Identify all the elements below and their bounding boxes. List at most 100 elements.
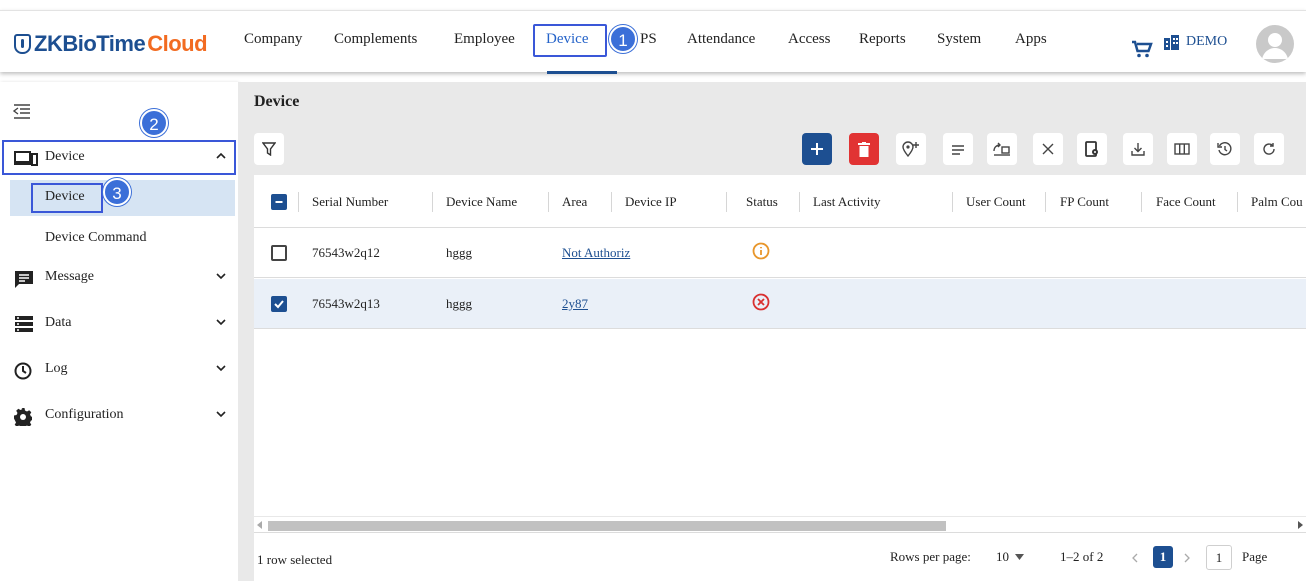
add-button[interactable] [802,133,832,165]
cell-area-link[interactable]: 2y87 [562,296,634,312]
column-separator [298,192,299,212]
nav-item-reports[interactable]: Reports [859,31,906,48]
column-header-last-activity[interactable]: Last Activity [813,194,881,210]
delete-icon [858,141,870,157]
nav-item-attendance[interactable]: Attendance [687,31,755,48]
next-page-icon[interactable] [1184,553,1190,563]
annotation-badge-3: 3 [103,178,131,206]
cell-device-name: hggg [446,245,472,260]
chevron-down-icon [216,319,226,326]
history-icon [1217,142,1232,156]
cart-icon[interactable] [1131,40,1153,58]
column-header-palm-count[interactable]: Palm Cou [1251,194,1303,210]
user-avatar[interactable] [1256,25,1294,63]
location-add-icon [902,141,919,157]
column-separator [952,192,953,212]
delete-button[interactable] [849,133,879,165]
page-button-current[interactable]: 1 [1153,546,1173,568]
nav-item-system[interactable]: System [937,31,981,48]
nav-item-apps[interactable]: Apps [1015,31,1047,48]
filter-button[interactable] [254,133,284,165]
building-icon [1164,35,1179,50]
main-nav: Company Complements Employee Device PS A… [0,11,1306,74]
columns-button[interactable] [1167,133,1197,165]
cell-device-name: hggg [446,296,472,311]
scroll-left-icon[interactable] [257,521,263,529]
sidebar-item-device[interactable]: Device [45,189,85,205]
column-separator [1237,192,1238,212]
collapse-sidebar-icon[interactable] [13,104,31,120]
annotation-badge-1: 1 [609,25,637,53]
rows-per-page-select[interactable]: 10 [996,549,1024,565]
column-header-area[interactable]: Area [562,194,587,210]
table-footer: 1 row selected Rows per page: 10 1–2 of … [254,532,1306,581]
column-separator [799,192,800,212]
history-button[interactable] [1210,133,1240,165]
page-title: Device [254,93,300,110]
select-all-checkbox[interactable] [271,194,287,210]
add-location-button[interactable] [896,133,926,165]
column-separator [432,192,433,212]
sidebar-group-log[interactable]: Log [0,350,238,390]
page-number-input[interactable]: 1 [1206,545,1232,570]
horizontal-scrollbar[interactable] [254,516,1306,531]
device-table: Serial Number Device Name Area Device IP… [254,175,1306,581]
sidebar-group-label: Message [45,269,94,284]
close-button[interactable] [1033,133,1063,165]
nav-item-ps[interactable]: PS [640,31,657,48]
refresh-button[interactable] [1254,133,1284,165]
annotation-badge-2: 2 [140,109,168,137]
row-checkbox[interactable] [271,296,287,312]
sidebar: Device Device Device Command Message Dat… [0,82,238,581]
scrollbar-thumb[interactable] [268,521,946,531]
device-setting-icon [1085,141,1098,157]
filter-icon [262,142,276,156]
message-icon [15,271,33,288]
rows-per-page-label: Rows per page: [890,549,971,564]
column-header-fp-count[interactable]: FP Count [1060,194,1109,210]
cell-area-link[interactable]: Not Authoriz [562,245,634,261]
scroll-right-icon[interactable] [1297,521,1303,529]
clock-icon [14,362,32,380]
top-navigation-bar: ZKBioTime Cloud Company Complements Empl… [0,10,1306,74]
column-header-device-ip[interactable]: Device IP [625,194,677,210]
sidebar-group-configuration[interactable]: Configuration [0,396,238,436]
download-button[interactable] [1123,133,1153,165]
row-checkbox[interactable] [271,245,287,261]
table-row[interactable]: 76543w2q13 hggg 2y87 [254,279,1306,329]
column-separator [1045,192,1046,212]
column-header-status[interactable]: Status [746,194,778,210]
sidebar-group-data[interactable]: Data [0,304,238,344]
pagination-range: 1–2 of 2 [1060,549,1104,564]
table-header: Serial Number Device Name Area Device IP… [254,175,1306,228]
add-icon [811,143,823,155]
device-setting-button[interactable] [1077,133,1107,165]
transfer-button[interactable] [987,133,1017,165]
sidebar-item-device-command[interactable]: Device Command [45,230,146,246]
account-switcher[interactable]: DEMO [1163,34,1227,50]
column-header-serial-number[interactable]: Serial Number [312,194,388,210]
nav-item-access[interactable]: Access [788,31,830,48]
cell-serial-number: 76543w2q12 [312,245,380,260]
sidebar-group-message[interactable]: Message [0,258,238,298]
nav-item-employee[interactable]: Employee [454,31,515,48]
minus-icon [275,201,283,203]
column-header-device-name[interactable]: Device Name [446,194,517,210]
column-header-face-count[interactable]: Face Count [1156,194,1216,210]
nav-item-company[interactable]: Company [244,31,302,48]
column-separator [726,192,727,212]
toolbar [254,133,1306,167]
table-row[interactable]: 76543w2q12 hggg Not Authoriz [254,228,1306,278]
main-content: Device Serial Number Device Name Area De… [238,82,1306,581]
prev-page-icon[interactable] [1132,553,1138,563]
nav-item-complements[interactable]: Complements [334,31,417,48]
warning-status-icon[interactable] [752,242,770,260]
sidebar-group-label: Configuration [45,407,124,422]
download-icon [1131,143,1145,156]
selection-count: 1 row selected [257,552,333,567]
error-status-icon[interactable] [752,293,770,311]
column-header-user-count[interactable]: User Count [966,194,1026,210]
columns-icon [1174,143,1190,155]
transfer-icon [993,142,1010,156]
menu-button[interactable] [943,133,973,165]
